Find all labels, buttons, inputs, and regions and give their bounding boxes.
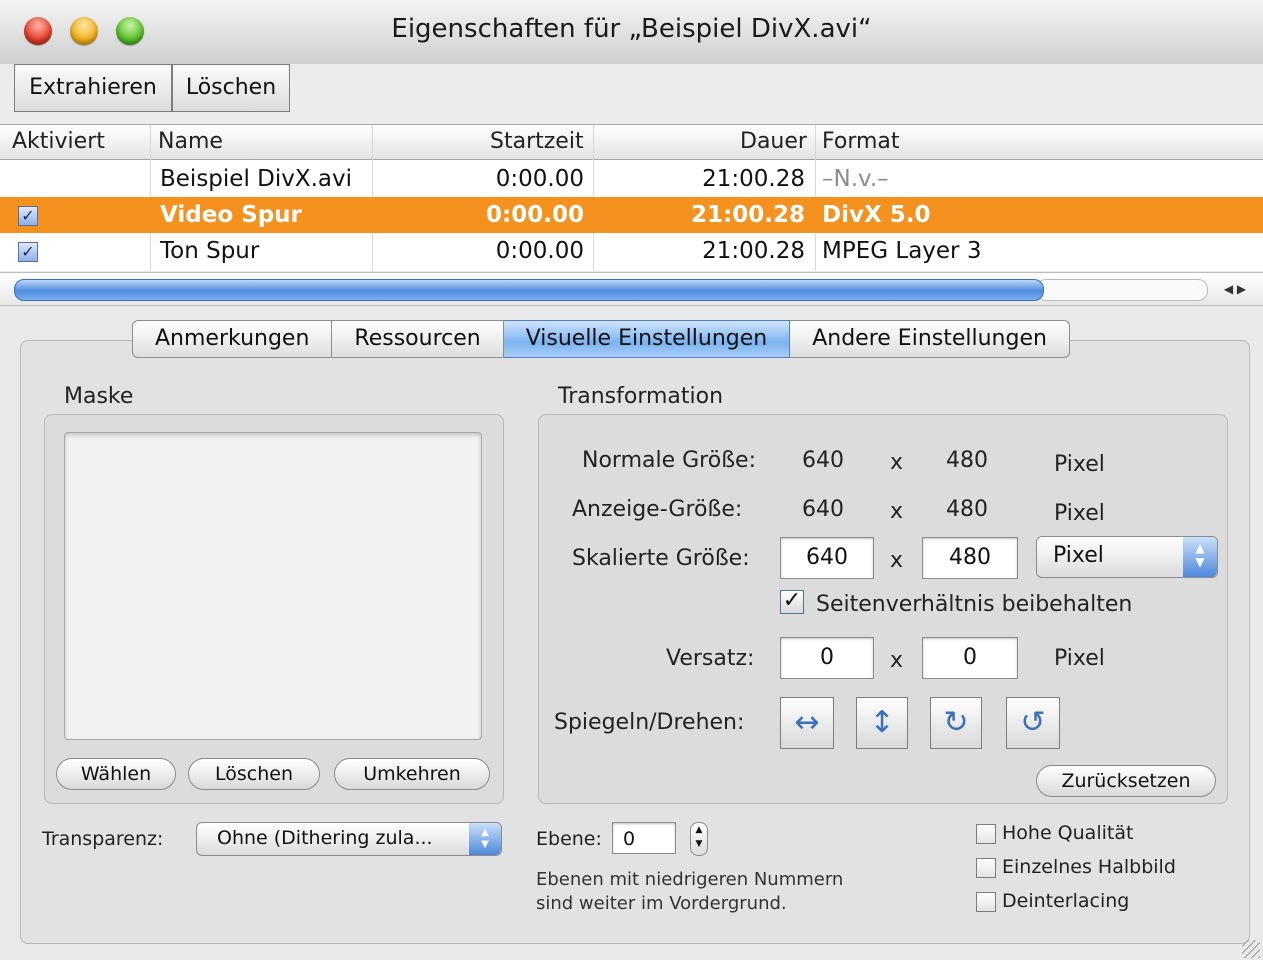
- toolbar: Extrahieren Löschen: [0, 64, 1263, 126]
- layer-stepper-icon[interactable]: ▲ ▼: [690, 822, 708, 856]
- offset-y-input[interactable]: 0: [922, 637, 1018, 679]
- high-quality-checkbox[interactable]: [976, 824, 996, 844]
- track-format: DivX 5.0: [822, 202, 931, 228]
- keep-aspect-checkbox[interactable]: ✓: [780, 590, 804, 614]
- flip-rotate-label: Spiegeln/Drehen:: [554, 710, 745, 735]
- rotate-right-icon[interactable]: ↻: [930, 697, 982, 749]
- delete-mask-button[interactable]: Löschen: [188, 758, 320, 790]
- track-duration: 21:00.28: [691, 202, 805, 228]
- times-sign: x: [890, 499, 904, 524]
- track-duration: 21:00.28: [702, 238, 805, 264]
- column-header-duration[interactable]: Dauer: [740, 125, 807, 159]
- track-start: 0:00.00: [495, 238, 584, 264]
- extract-button[interactable]: Extrahieren: [14, 64, 172, 112]
- scaled-size-label: Skalierte Größe:: [572, 546, 750, 571]
- track-name: Video Spur: [160, 202, 302, 228]
- normal-size-label: Normale Größe:: [582, 448, 757, 473]
- rotate-left-icon[interactable]: ↺: [1006, 697, 1060, 749]
- normal-width: 640: [802, 448, 844, 473]
- times-sign: x: [890, 450, 904, 475]
- offset-x-input[interactable]: 0: [780, 637, 874, 679]
- tab-annotations[interactable]: Anmerkungen: [132, 320, 333, 358]
- track-format: MPEG Layer 3: [822, 238, 982, 264]
- times-sign: x: [890, 648, 904, 673]
- transparency-select-value: Ohne (Dithering zula...: [217, 827, 433, 849]
- scaled-width-input[interactable]: 640: [780, 537, 874, 579]
- column-header-format[interactable]: Format: [822, 125, 900, 159]
- single-field-checkbox[interactable]: [976, 858, 996, 878]
- offset-unit: Pixel: [1054, 646, 1105, 671]
- column-header-start[interactable]: Startzeit: [490, 125, 584, 159]
- reset-button[interactable]: Zurücksetzen: [1036, 765, 1216, 797]
- table-row-selected[interactable]: ✓ Video Spur 0:00.00 21:00.28 DivX 5.0: [0, 197, 1263, 233]
- chevron-up-down-icon: ▲ ▼: [1183, 537, 1217, 577]
- title-bar[interactable]: Eigenschaften für „Beispiel DivX.avi“: [0, 0, 1263, 65]
- layer-label: Ebene:: [536, 828, 602, 850]
- track-start: 0:00.00: [495, 166, 584, 192]
- choose-mask-button[interactable]: Wählen: [56, 758, 176, 790]
- track-name: Ton Spur: [160, 238, 260, 264]
- normal-height: 480: [946, 448, 988, 473]
- layer-input[interactable]: 0: [612, 822, 676, 854]
- track-name: Beispiel DivX.avi: [160, 166, 353, 192]
- single-field-label: Einzelnes Halbbild: [1002, 856, 1176, 878]
- display-width: 640: [802, 497, 844, 522]
- tab-bar: Anmerkungen Ressourcen Visuelle Einstell…: [132, 320, 1070, 358]
- window-title: Eigenschaften für „Beispiel DivX.avi“: [391, 14, 872, 44]
- invert-mask-button[interactable]: Umkehren: [334, 758, 490, 790]
- flip-vertical-icon[interactable]: ↕: [856, 697, 908, 749]
- mask-title: Maske: [64, 384, 134, 409]
- table-row[interactable]: ✓ Ton Spur 0:00.00 21:00.28 MPEG Layer 3: [0, 233, 1263, 269]
- horizontal-scrollbar[interactable]: ◀ ▶: [0, 272, 1263, 306]
- column-header-name[interactable]: Name: [158, 125, 223, 159]
- scroll-arrows-icon[interactable]: ◀ ▶: [1210, 279, 1260, 299]
- scroll-track[interactable]: [1036, 279, 1208, 301]
- display-height: 480: [946, 497, 988, 522]
- transparency-label: Transparenz:: [42, 828, 164, 850]
- resize-grip-icon[interactable]: [1242, 940, 1260, 958]
- deinterlacing-label: Deinterlacing: [1002, 890, 1130, 912]
- track-start: 0:00.00: [486, 202, 584, 228]
- high-quality-label: Hohe Qualität: [1002, 822, 1134, 844]
- layer-help-line-2: sind weiter im Vordergrund.: [536, 893, 787, 914]
- track-format: –N.v.–: [822, 166, 889, 192]
- display-size-label: Anzeige-Größe:: [572, 497, 743, 522]
- tab-resources[interactable]: Ressourcen: [332, 320, 504, 358]
- transparency-select[interactable]: Ohne (Dithering zula... ▲ ▼: [196, 822, 502, 856]
- chevron-up-down-icon: ▲ ▼: [469, 823, 501, 855]
- transformation-title: Transformation: [558, 384, 724, 409]
- tab-visual-settings[interactable]: Visuelle Einstellungen: [503, 320, 791, 358]
- keep-aspect-label: Seitenverhältnis beibehalten: [816, 592, 1133, 617]
- display-unit: Pixel: [1054, 501, 1105, 526]
- scroll-thumb[interactable]: [14, 279, 1044, 301]
- tab-other-settings[interactable]: Andere Einstellungen: [790, 320, 1070, 358]
- times-sign: x: [890, 548, 904, 573]
- checkbox-checked-icon[interactable]: ✓: [18, 206, 38, 226]
- layer-help-line-1: Ebenen mit niedrigeren Nummern: [536, 869, 844, 890]
- flip-horizontal-icon[interactable]: ↔: [780, 697, 834, 749]
- table-header: Aktiviert Name Startzeit Dauer Format: [0, 125, 1263, 160]
- normal-unit: Pixel: [1054, 452, 1105, 477]
- column-header-enabled[interactable]: Aktiviert: [12, 125, 105, 159]
- track-duration: 21:00.28: [702, 166, 805, 192]
- table-row[interactable]: Beispiel DivX.avi 0:00.00 21:00.28 –N.v.…: [0, 161, 1263, 197]
- unit-select-value: Pixel: [1053, 543, 1104, 568]
- checkbox-checked-icon[interactable]: ✓: [18, 242, 38, 262]
- track-table: Aktiviert Name Startzeit Dauer Format Be…: [0, 124, 1263, 271]
- offset-label: Versatz:: [666, 646, 755, 671]
- mask-preview[interactable]: [64, 432, 482, 740]
- unit-select[interactable]: Pixel ▲ ▼: [1036, 536, 1218, 578]
- scaled-height-input[interactable]: 480: [922, 537, 1018, 579]
- deinterlacing-checkbox[interactable]: [976, 892, 996, 912]
- delete-track-button[interactable]: Löschen: [172, 64, 290, 112]
